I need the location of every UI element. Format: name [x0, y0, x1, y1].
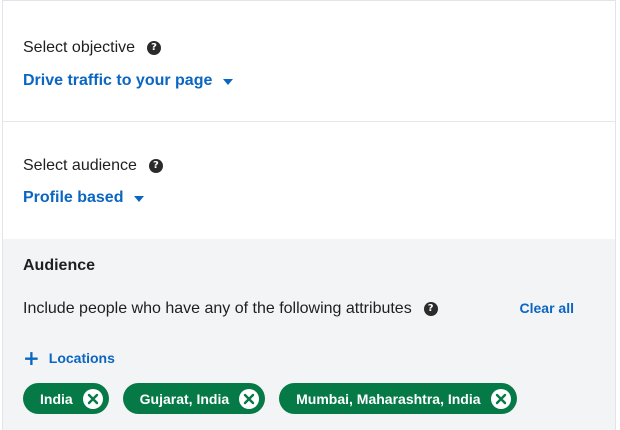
audience-type-dropdown-value: Profile based — [23, 189, 124, 206]
objective-section: Select objective ? Drive traffic to your… — [3, 1, 615, 122]
objective-help-icon[interactable]: ? — [147, 41, 162, 55]
location-pill-mumbai: Mumbai, Maharashtra, India — [279, 383, 517, 414]
objective-label-row: Select objective ? — [23, 39, 162, 57]
campaign-targeting-panel: Select objective ? Drive traffic to your… — [2, 0, 616, 430]
include-help-icon[interactable]: ? — [423, 302, 438, 316]
include-attributes-row: Include people who have any of the follo… — [23, 300, 438, 318]
audience-type-dropdown[interactable]: Profile based — [23, 189, 145, 207]
audience-type-label: Select audience — [23, 157, 137, 174]
audience-heading: Audience — [23, 257, 96, 274]
close-icon[interactable] — [490, 388, 511, 409]
close-x-glyph — [495, 393, 506, 404]
close-icon[interactable] — [82, 388, 103, 409]
audience-type-label-row: Select audience ? — [23, 157, 163, 175]
location-pill-label: India — [40, 390, 73, 407]
include-attributes-text: Include people who have any of the follo… — [23, 300, 412, 317]
audience-type-section: Select audience ? Profile based — [3, 122, 615, 239]
close-x-glyph — [243, 393, 255, 404]
audience-section: Audience Include people who have any of … — [3, 239, 615, 430]
location-pill-label: Gujarat, India — [139, 390, 230, 407]
plus-icon: + — [23, 346, 40, 370]
location-pill-india: India — [23, 383, 109, 414]
caret-down-icon — [223, 78, 234, 85]
location-pill-gujarat: Gujarat, India — [122, 383, 266, 414]
audience-type-help-icon[interactable]: ? — [148, 159, 163, 173]
location-pill-label: Mumbai, Maharashtra, India — [296, 390, 481, 407]
close-icon[interactable] — [239, 388, 260, 409]
add-locations-label: Locations — [48, 350, 115, 366]
clear-all-button[interactable]: Clear all — [520, 300, 574, 316]
objective-label: Select objective — [23, 39, 136, 56]
location-pills: India Gujarat, India Mumbai, Maharashtra… — [23, 383, 517, 414]
close-x-glyph — [87, 393, 98, 404]
add-locations-button[interactable]: + Locations — [23, 346, 115, 370]
objective-dropdown-value: Drive traffic to your page — [23, 72, 213, 89]
objective-dropdown[interactable]: Drive traffic to your page — [23, 72, 234, 90]
caret-down-icon — [134, 195, 145, 202]
